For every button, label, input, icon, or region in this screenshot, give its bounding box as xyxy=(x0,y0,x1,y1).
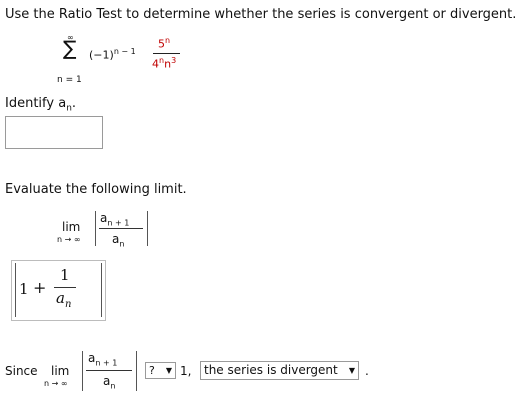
chevron-down-icon: ▼ xyxy=(348,366,355,375)
conclusion-abs-bar-left xyxy=(82,351,83,391)
comparison-select-value: ? xyxy=(149,364,155,377)
convergence-select-value: the series is divergent xyxy=(204,363,338,377)
conclusion-abs-bar-right xyxy=(136,351,137,391)
absolute-value-bar-right xyxy=(147,211,148,246)
entry-fraction-numerator: 1 xyxy=(60,266,70,284)
entry-plus: + xyxy=(33,278,47,297)
comparison-value-text: 1, xyxy=(180,364,192,378)
convergence-select[interactable]: the series is divergent ▼ xyxy=(200,361,359,380)
conclusion-ratio-numerator: an + 1 xyxy=(88,351,118,368)
an-answer-input[interactable] xyxy=(5,116,103,149)
entry-abs-bar-right xyxy=(101,263,102,317)
sigma-symbol: ∑ xyxy=(63,36,77,60)
entry-one: 1 xyxy=(19,280,29,298)
sentence-period: . xyxy=(365,364,369,378)
chevron-down-icon: ▼ xyxy=(165,366,172,375)
conclusion-ratio-bar xyxy=(86,370,132,371)
series-denominator: 4nn3 xyxy=(152,56,177,71)
ratio-denominator: an xyxy=(112,232,125,249)
problem-prompt: Use the Ratio Test to determine whether … xyxy=(5,7,517,22)
entry-fraction-bar xyxy=(54,287,76,288)
comparison-select[interactable]: ? ▼ xyxy=(145,362,176,379)
series-fraction-bar xyxy=(153,53,180,54)
limit-operator: lim xyxy=(62,220,81,234)
absolute-value-bar-left xyxy=(95,211,96,246)
series-numerator: 5n xyxy=(158,36,171,51)
limit-subscript: n → ∞ xyxy=(57,235,81,244)
ratio-fraction-bar xyxy=(99,228,143,229)
entry-abs-bar-left xyxy=(15,263,16,317)
evaluate-limit-label: Evaluate the following limit. xyxy=(5,182,187,197)
conclusion-limit-operator: lim xyxy=(51,364,70,378)
ratio-numerator: an + 1 xyxy=(100,211,130,228)
entry-fraction-denominator: an xyxy=(56,289,72,310)
conclusion-limit-subscript: n → ∞ xyxy=(44,379,68,388)
alternating-sign-term: (−1)n − 1 xyxy=(89,47,136,62)
sum-lower-limit: n = 1 xyxy=(57,75,82,85)
conclusion-ratio-denominator: an xyxy=(103,374,116,391)
identify-an-label: Identify an. xyxy=(5,96,77,114)
since-label: Since xyxy=(5,364,38,378)
